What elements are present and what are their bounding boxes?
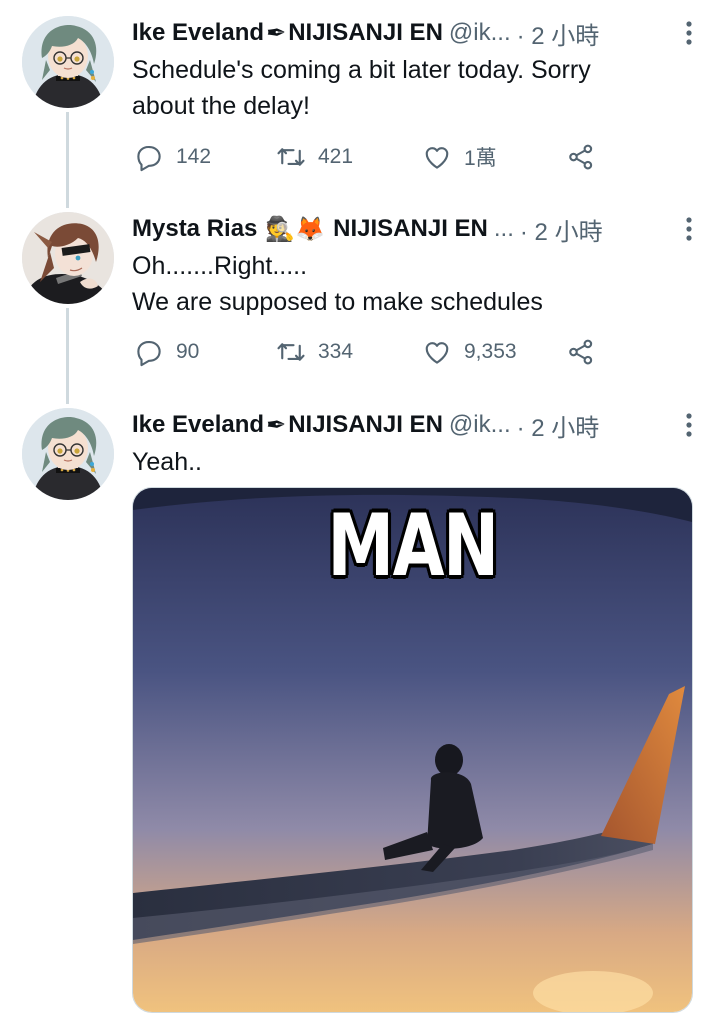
- tweet-text: Yeah..: [132, 444, 693, 480]
- retweet-count: 334: [318, 340, 354, 363]
- tweet-media-image[interactable]: MAN: [132, 487, 693, 1013]
- tweet-actions: 90 334 9,353: [134, 335, 604, 369]
- tweet-header: Mysta Rias 🕵🦊 NIJISANJI EN ... · 2 小時: [132, 212, 693, 246]
- timestamp[interactable]: · 2 小時: [517, 16, 600, 51]
- thread-line: [66, 112, 69, 208]
- tweet-text-line: Oh.......Right.....: [132, 252, 308, 280]
- heart-icon: [425, 342, 449, 364]
- reply-count: 90: [176, 340, 200, 363]
- avatar[interactable]: [22, 408, 114, 500]
- display-name[interactable]: Ike Eveland: [132, 19, 264, 47]
- share-button[interactable]: [566, 142, 608, 172]
- name-emoji: ✒: [266, 411, 287, 439]
- like-count: 9,353: [464, 340, 517, 363]
- name-emoji: ✒: [266, 19, 287, 47]
- tweet-header: Ike Eveland ✒ NIJISANJI EN @ik... · 2 小時: [132, 408, 693, 442]
- meme-caption: MAN: [327, 496, 499, 596]
- retweet-button[interactable]: 334: [276, 337, 353, 367]
- tweet-actions: 142 421 1萬: [134, 140, 604, 174]
- tweet-text: Oh.......Right..... We are supposed to m…: [132, 248, 693, 320]
- display-name[interactable]: Ike Eveland: [132, 411, 264, 439]
- avatar[interactable]: [22, 212, 114, 304]
- display-name[interactable]: Mysta Rias: [132, 215, 257, 243]
- reply-count: 142: [176, 145, 212, 168]
- tweet-text-line: Schedule's coming a bit later today. Sor…: [132, 56, 591, 84]
- share-icon: [569, 144, 593, 170]
- more-vertical-icon: [686, 413, 692, 437]
- tweet-header: Ike Eveland ✒ NIJISANJI EN @ik... · 2 小時: [132, 16, 693, 50]
- heart-icon: [425, 147, 449, 169]
- tweet-text-line: We are supposed to make schedules: [132, 288, 543, 316]
- reply-button[interactable]: 90: [134, 337, 199, 367]
- retweet-count: 421: [318, 145, 354, 168]
- tweet-text-line: about the delay!: [132, 92, 310, 120]
- more-vertical-icon: [686, 21, 692, 45]
- retweet-button[interactable]: 421: [276, 142, 353, 172]
- timestamp[interactable]: · 2 小時: [520, 212, 603, 247]
- like-count: 1萬: [464, 147, 497, 170]
- like-button[interactable]: 9,353: [422, 337, 517, 367]
- reply-button[interactable]: 142: [134, 142, 211, 172]
- retweet-icon: [277, 343, 305, 361]
- like-button[interactable]: 1萬: [422, 142, 497, 172]
- share-icon: [569, 339, 593, 365]
- username-handle[interactable]: @ik...: [449, 19, 511, 47]
- retweet-icon: [277, 148, 305, 166]
- timestamp[interactable]: · 2 小時: [517, 408, 600, 443]
- more-vertical-icon: [686, 217, 692, 241]
- display-name-affiliation[interactable]: NIJISANJI EN: [288, 411, 443, 439]
- username-handle[interactable]: ...: [494, 215, 514, 243]
- reply-icon: [137, 145, 161, 172]
- thread-line: [66, 308, 69, 404]
- tweet-text-line: Yeah..: [132, 448, 202, 476]
- name-emoji: 🕵🦊: [265, 215, 326, 243]
- display-name-affiliation[interactable]: NIJISANJI EN: [333, 215, 488, 243]
- more-options-button[interactable]: [685, 408, 693, 442]
- tweet[interactable]: Ike Eveland ✒ NIJISANJI EN @ik... · 2 小時…: [132, 408, 693, 484]
- tweet-text: Schedule's coming a bit later today. Sor…: [132, 52, 693, 124]
- more-options-button[interactable]: [685, 212, 693, 246]
- avatar[interactable]: [22, 16, 114, 108]
- more-options-button[interactable]: [685, 16, 693, 50]
- share-button[interactable]: [566, 337, 608, 367]
- reply-icon: [137, 340, 161, 367]
- username-handle[interactable]: @ik...: [449, 411, 511, 439]
- display-name-affiliation[interactable]: NIJISANJI EN: [288, 19, 443, 47]
